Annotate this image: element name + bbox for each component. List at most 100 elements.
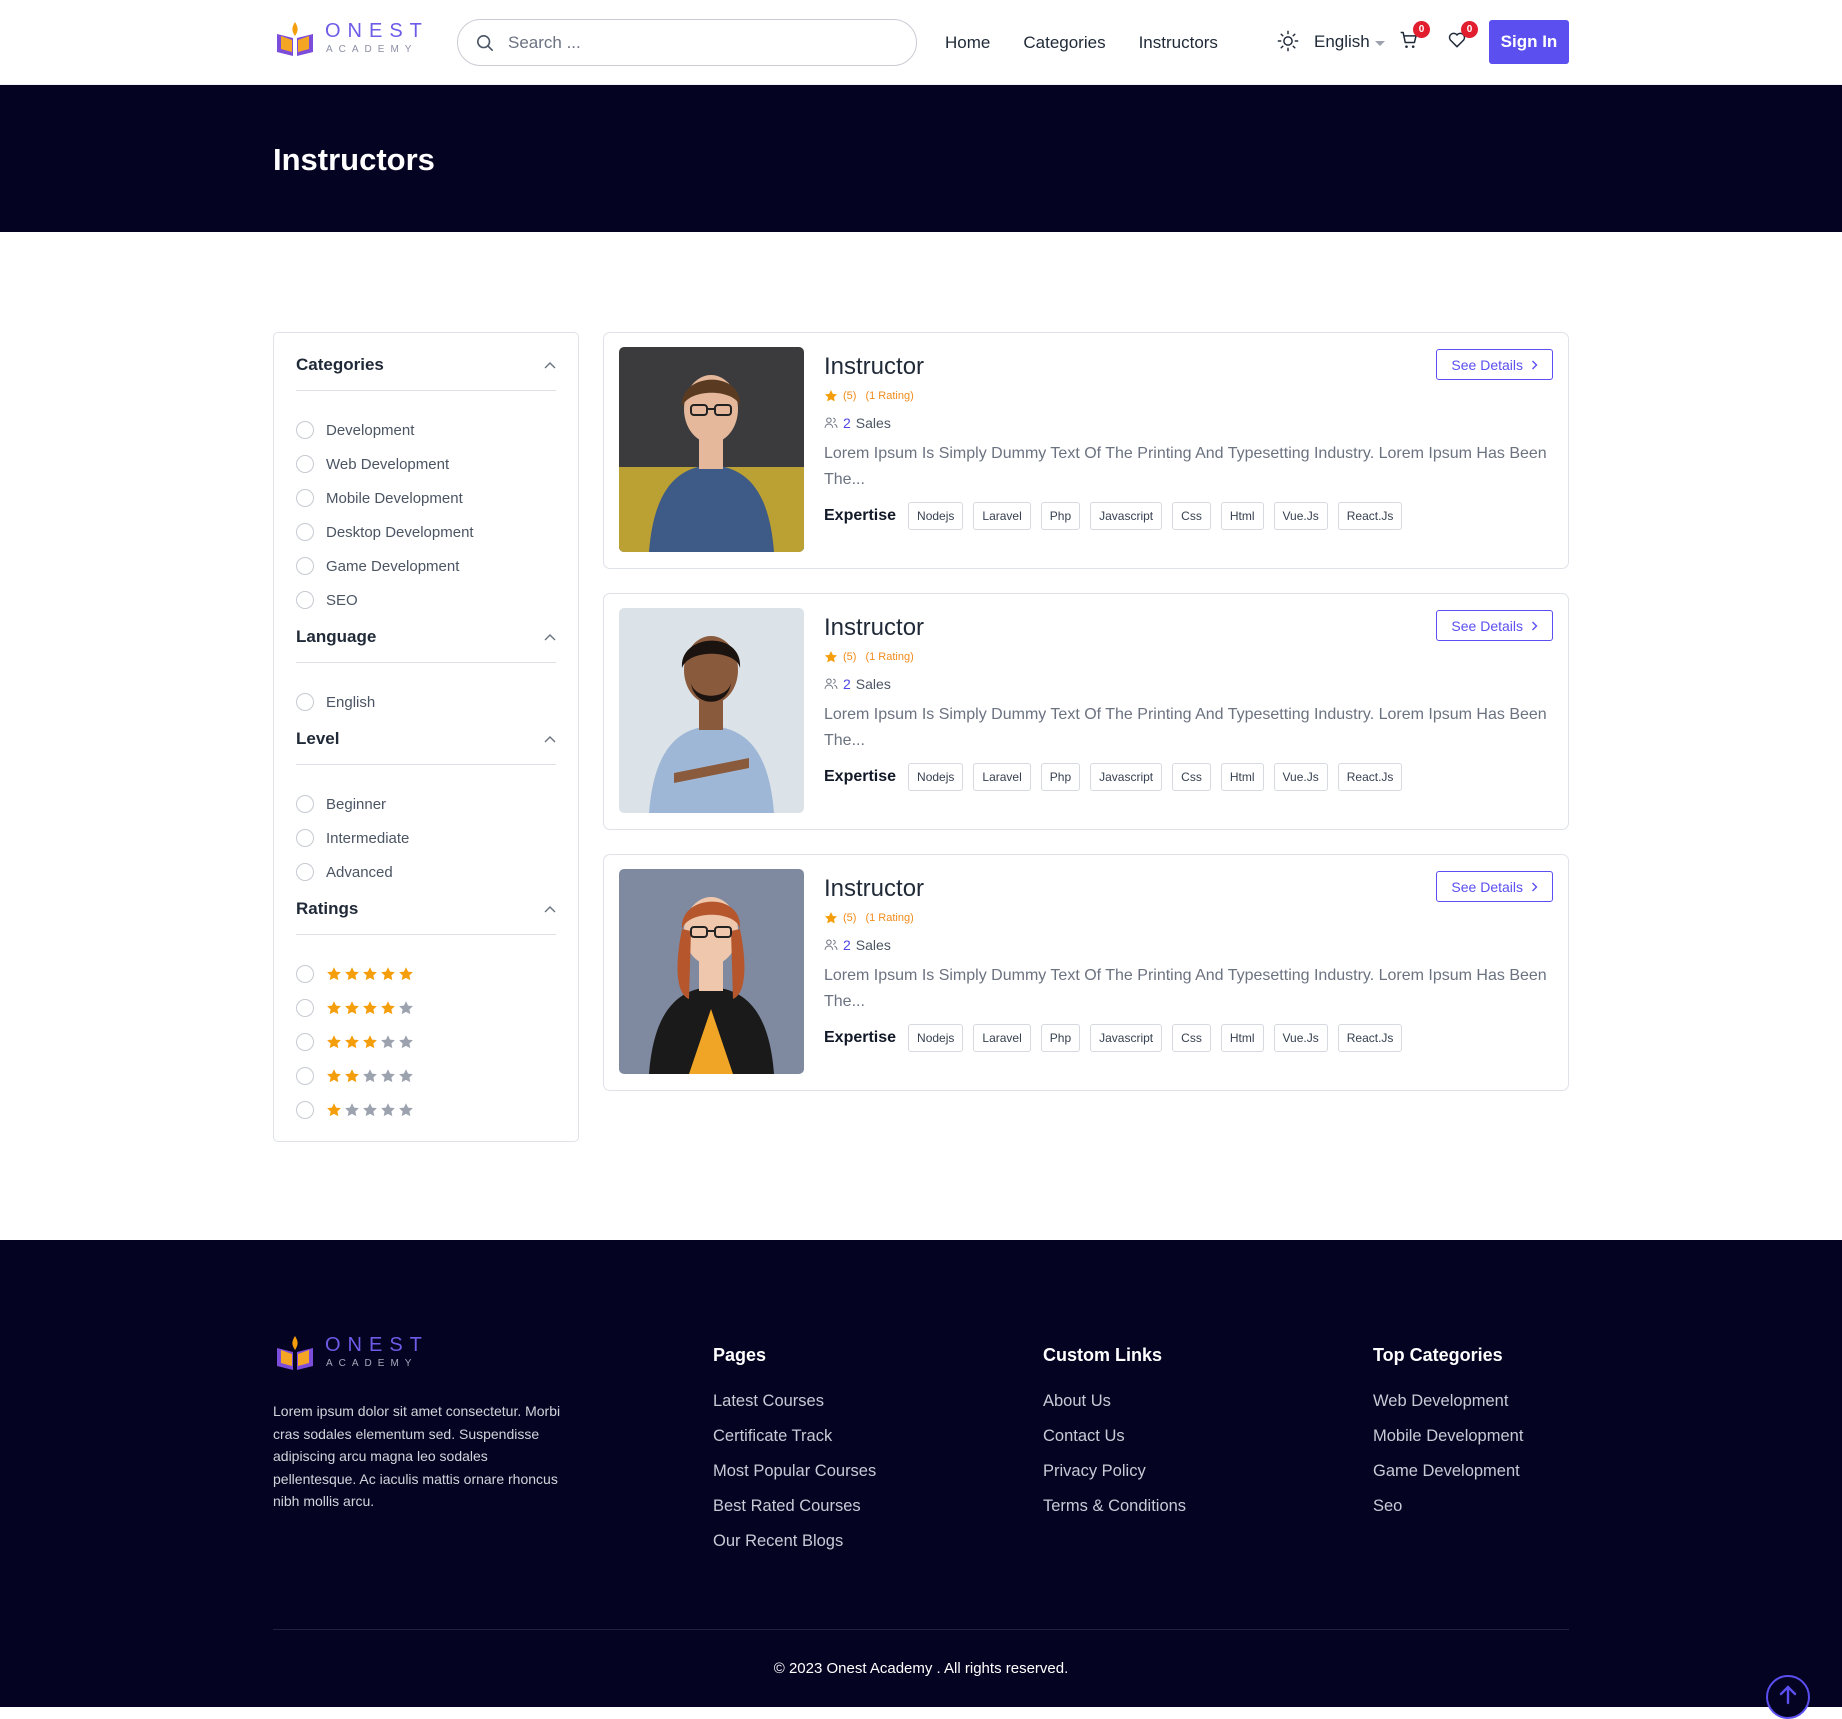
site-logo[interactable]: ONEST ACADEMY	[273, 16, 429, 60]
expertise-tag[interactable]: Javascript	[1090, 763, 1163, 791]
instructor-list: Instructor (5) (1 Rating) 2 Sales Lorem …	[603, 332, 1569, 1115]
footer-link[interactable]: About Us	[1043, 1392, 1186, 1411]
filter-option-label: Game Development	[326, 557, 460, 575]
expertise-tag[interactable]: Html	[1220, 1024, 1264, 1052]
star-filled-icon	[327, 1035, 341, 1049]
expertise-tag[interactable]: Php	[1040, 1024, 1081, 1052]
radio-button[interactable]	[296, 1067, 314, 1085]
radio-button[interactable]	[296, 1101, 314, 1119]
expertise-tag[interactable]: Css	[1172, 502, 1211, 530]
nav-home[interactable]: Home	[945, 33, 990, 53]
filter-option[interactable]: Web Development	[296, 447, 556, 481]
theme-toggle-sun-icon[interactable]	[1277, 30, 1299, 52]
radio-button[interactable]	[296, 965, 314, 983]
footer-link[interactable]: Certificate Track	[713, 1427, 876, 1446]
expertise-tag[interactable]: Laravel	[973, 1024, 1031, 1052]
star-empty-icon	[363, 1103, 377, 1117]
footer-link[interactable]: Latest Courses	[713, 1392, 876, 1411]
radio-button[interactable]	[296, 999, 314, 1017]
radio-button[interactable]	[296, 829, 314, 847]
expertise-tag[interactable]: Laravel	[973, 502, 1031, 530]
nav-categories[interactable]: Categories	[1023, 33, 1105, 53]
rating-filter-option[interactable]	[296, 1093, 556, 1127]
footer-column-title: Top Categories	[1373, 1345, 1503, 1365]
rating-filter-option[interactable]	[296, 1025, 556, 1059]
filter-header[interactable]: Level	[296, 729, 556, 765]
filter-option[interactable]: Mobile Development	[296, 481, 556, 515]
footer-link[interactable]: Our Recent Blogs	[713, 1532, 876, 1551]
expertise-tag[interactable]: Vue.Js	[1273, 763, 1328, 791]
expertise-tag[interactable]: Vue.Js	[1273, 1024, 1328, 1052]
expertise-tag[interactable]: Nodejs	[908, 1024, 964, 1052]
expertise-tag[interactable]: Vue.Js	[1273, 502, 1328, 530]
expertise-tag[interactable]: Php	[1040, 763, 1081, 791]
filter-header[interactable]: Categories	[296, 355, 556, 391]
expertise-tag[interactable]: Nodejs	[908, 763, 964, 791]
expertise-tag[interactable]: React.Js	[1337, 1024, 1403, 1052]
expertise-tag[interactable]: Laravel	[973, 763, 1031, 791]
radio-button[interactable]	[296, 795, 314, 813]
filter-option[interactable]: Advanced	[296, 855, 556, 889]
rating-filter-option[interactable]	[296, 1059, 556, 1093]
expertise-tag[interactable]: Html	[1220, 763, 1264, 791]
nav-instructors[interactable]: Instructors	[1139, 33, 1218, 53]
footer-logo[interactable]: ONEST ACADEMY	[273, 1330, 569, 1374]
sales-label: Sales	[855, 676, 891, 692]
radio-button[interactable]	[296, 455, 314, 473]
radio-button[interactable]	[296, 591, 314, 609]
expertise-tag[interactable]: Css	[1172, 763, 1211, 791]
filter-header[interactable]: Language	[296, 627, 556, 663]
radio-button[interactable]	[296, 489, 314, 507]
cart-button[interactable]: 0	[1399, 21, 1430, 55]
rating-filter-option[interactable]	[296, 957, 556, 991]
radio-button[interactable]	[296, 1033, 314, 1051]
filter-option[interactable]: Intermediate	[296, 821, 556, 855]
footer-link[interactable]: Mobile Development	[1373, 1427, 1523, 1446]
radio-button[interactable]	[296, 863, 314, 881]
footer-link[interactable]: Terms & Conditions	[1043, 1497, 1186, 1516]
filter-option[interactable]: English	[296, 685, 556, 719]
radio-button[interactable]	[296, 557, 314, 575]
scroll-to-top-button[interactable]	[1766, 1675, 1810, 1719]
instructor-photo-frame[interactable]	[619, 347, 804, 552]
see-details-button[interactable]: See Details	[1436, 349, 1553, 380]
footer-top-categories-column: Top Categories Web Development Mobile De…	[1373, 1345, 1523, 1532]
footer-link[interactable]: Web Development	[1373, 1392, 1523, 1411]
sign-in-button[interactable]: Sign In	[1489, 20, 1569, 64]
filter-option[interactable]: Beginner	[296, 787, 556, 821]
expertise-tag[interactable]: Javascript	[1090, 1024, 1163, 1052]
expertise-tag[interactable]: React.Js	[1337, 502, 1403, 530]
expertise-tag[interactable]: Html	[1220, 502, 1264, 530]
footer-link[interactable]: Best Rated Courses	[713, 1497, 876, 1516]
expertise-tag[interactable]: Javascript	[1090, 502, 1163, 530]
star-empty-icon	[381, 1069, 395, 1083]
see-details-label: See Details	[1451, 878, 1523, 895]
instructor-photo-frame[interactable]	[619, 869, 804, 1074]
footer-link[interactable]: Seo	[1373, 1497, 1523, 1516]
filter-option[interactable]: Development	[296, 413, 556, 447]
expertise-tag[interactable]: React.Js	[1337, 763, 1403, 791]
footer-link[interactable]: Game Development	[1373, 1462, 1523, 1481]
radio-button[interactable]	[296, 693, 314, 711]
radio-button[interactable]	[296, 523, 314, 541]
filter-option[interactable]: Game Development	[296, 549, 556, 583]
footer-link[interactable]: Privacy Policy	[1043, 1462, 1186, 1481]
see-details-button[interactable]: See Details	[1436, 610, 1553, 641]
expertise-tag[interactable]: Php	[1040, 502, 1081, 530]
search-input[interactable]	[508, 32, 888, 53]
instructor-sales: 2 Sales	[824, 676, 1554, 692]
expertise-tag[interactable]: Nodejs	[908, 502, 964, 530]
radio-button[interactable]	[296, 421, 314, 439]
wishlist-button[interactable]: 0	[1447, 21, 1478, 55]
rating-filter-option[interactable]	[296, 991, 556, 1025]
language-select[interactable]: English	[1314, 32, 1385, 52]
star-empty-icon	[399, 1035, 413, 1049]
expertise-tag[interactable]: Css	[1172, 1024, 1211, 1052]
filter-option[interactable]: SEO	[296, 583, 556, 617]
instructor-photo-frame[interactable]	[619, 608, 804, 813]
filter-header[interactable]: Ratings	[296, 899, 556, 935]
filter-option[interactable]: Desktop Development	[296, 515, 556, 549]
footer-link[interactable]: Most Popular Courses	[713, 1462, 876, 1481]
footer-link[interactable]: Contact Us	[1043, 1427, 1186, 1446]
see-details-button[interactable]: See Details	[1436, 871, 1553, 902]
